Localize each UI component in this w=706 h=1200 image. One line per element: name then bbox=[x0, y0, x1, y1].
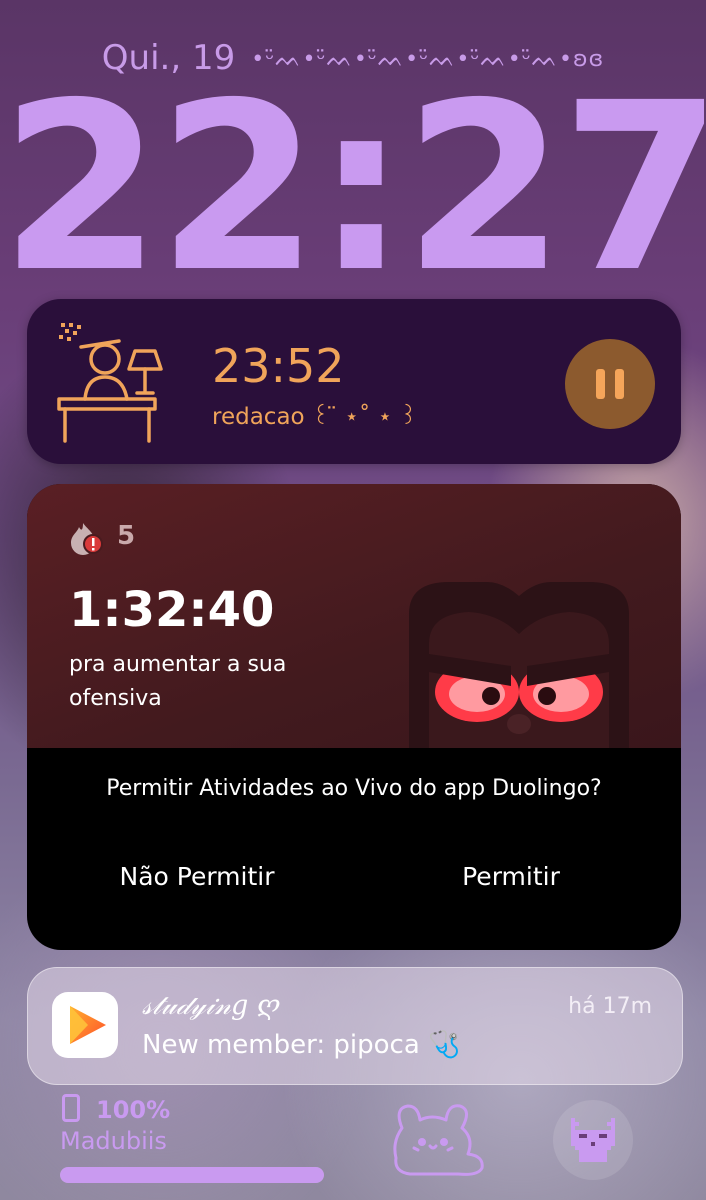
play-icon bbox=[70, 1006, 106, 1044]
timer-label: redacao ꒰ ̈ ⋆˚ ⋆ ꒱ bbox=[212, 404, 418, 430]
lock-clock: 22:27 bbox=[0, 53, 706, 323]
notification-time: há 17m bbox=[568, 994, 652, 1019]
notification-body: New member: pipoca 🩺 bbox=[142, 1030, 461, 1060]
device-name: Madubiis bbox=[60, 1127, 167, 1155]
angry-owl-mascot bbox=[409, 582, 629, 748]
study-desk-icon bbox=[57, 323, 163, 443]
streak-countdown: 1:32:40 bbox=[69, 582, 275, 638]
pixel-cat-icon bbox=[571, 1118, 615, 1162]
bunny-icon[interactable] bbox=[388, 1098, 488, 1178]
timer-live-activity[interactable]: 23:52 redacao ꒰ ̈ ⋆˚ ⋆ ꒱ bbox=[27, 299, 681, 464]
phone-icon bbox=[62, 1094, 80, 1122]
battery-level-fill bbox=[60, 1167, 324, 1183]
pixel-cat-widget[interactable] bbox=[553, 1100, 633, 1180]
notification-title: 𝓈𝓉𝓊𝒹𝓎𝒾𝓃𝑔 ღ bbox=[142, 990, 281, 1021]
notification-banner[interactable]: 𝓈𝓉𝓊𝒹𝓎𝒾𝓃𝑔 ღ há 17m New member: pipoca 🩺 bbox=[27, 967, 683, 1085]
duolingo-activity-preview: 5 1:32:40 pra aumentar a sua ofensiva bbox=[27, 484, 681, 748]
battery-widget: 100% bbox=[62, 1094, 170, 1124]
permission-prompt: Permitir Atividades ao Vivo do app Duoli… bbox=[106, 776, 602, 801]
timer-countdown: 23:52 bbox=[212, 339, 345, 393]
app-icon bbox=[52, 992, 118, 1058]
duolingo-live-activity: 5 1:32:40 pra aumentar a sua ofensiva Pe… bbox=[27, 484, 681, 950]
pause-button[interactable] bbox=[565, 339, 655, 429]
deny-button[interactable]: Não Permitir bbox=[67, 862, 327, 891]
allow-button[interactable]: Permitir bbox=[381, 862, 641, 891]
streak-message: pra aumentar a sua ofensiva bbox=[69, 652, 287, 711]
battery-percent: 100% bbox=[96, 1096, 171, 1124]
streak-flame-icon bbox=[71, 523, 103, 555]
streak-count: 5 bbox=[117, 521, 136, 551]
battery-level-bar bbox=[60, 1167, 324, 1183]
